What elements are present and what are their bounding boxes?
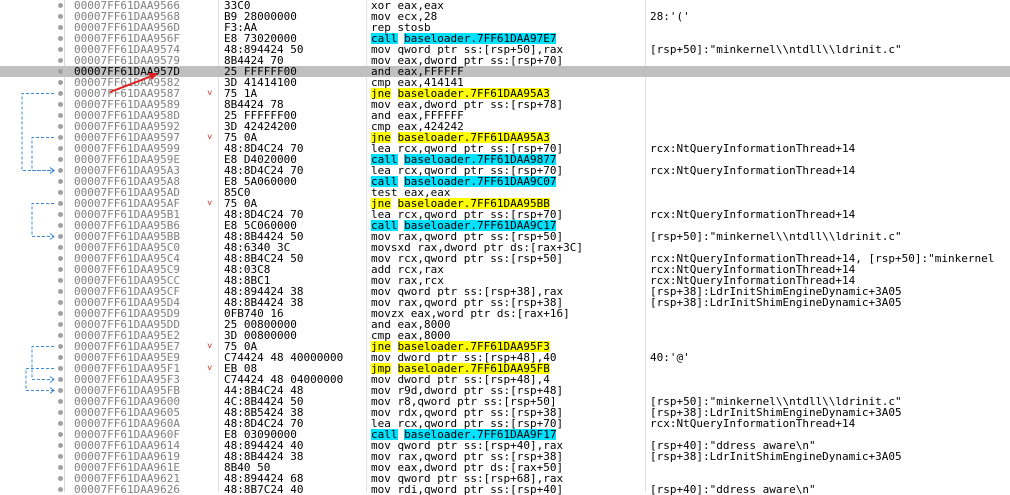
branch-line [31,346,54,380]
annotation-arrow-icon [109,75,153,93]
branch-line [31,137,54,171]
branch-line [31,203,54,237]
branch-line [21,93,54,171]
branch-arrows-overlay [21,73,158,394]
